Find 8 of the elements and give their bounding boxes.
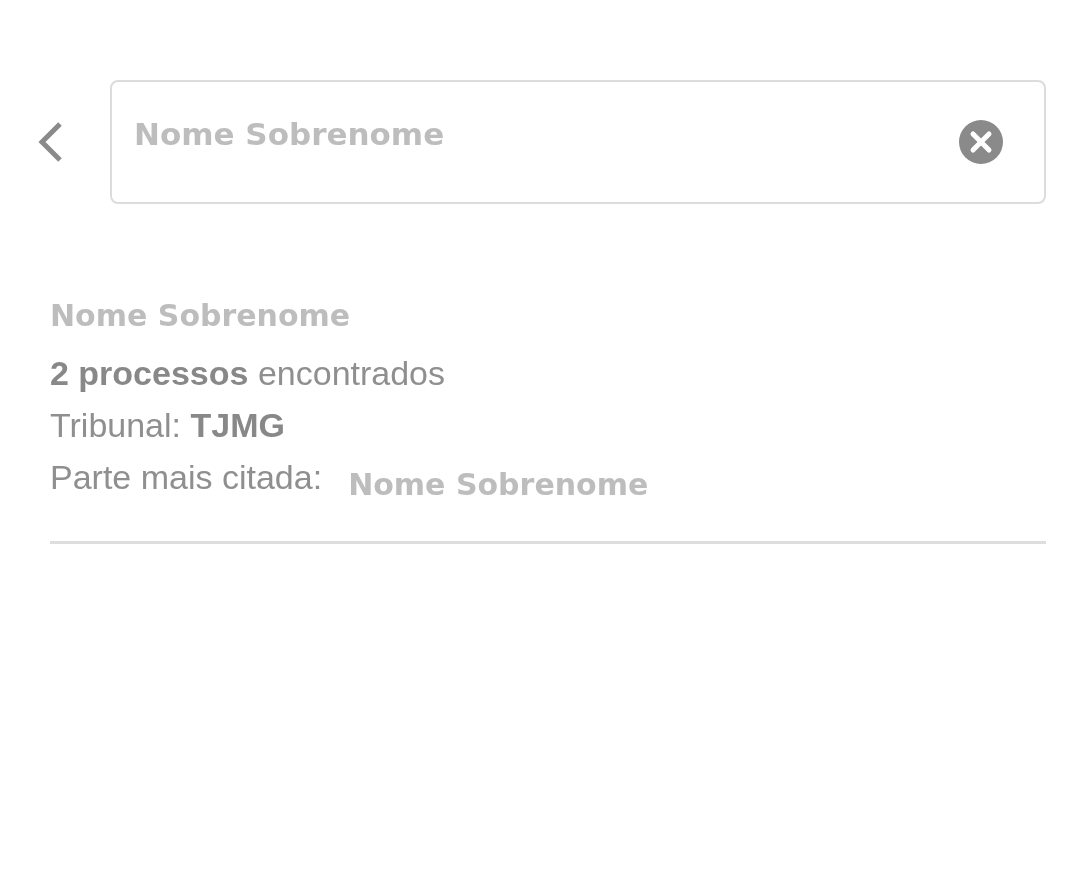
result-detail: 2 processos encontrados [50, 353, 446, 394]
search-field[interactable]: Nome Sobrenome [110, 80, 1046, 204]
result-detail: Tribunal: TJMG [50, 405, 285, 446]
party-name: Nome Sobrenome [348, 467, 649, 502]
party-label: Parte mais citada: [50, 457, 323, 498]
clear-button[interactable] [958, 119, 1004, 165]
result-item[interactable]: Nome Sobrenome 2 processos encontrados Tribunal: TJMG Parte mais citada: Nome Sobrenome [50, 298, 1046, 544]
result-name: Nome Sobrenome [50, 298, 351, 333]
